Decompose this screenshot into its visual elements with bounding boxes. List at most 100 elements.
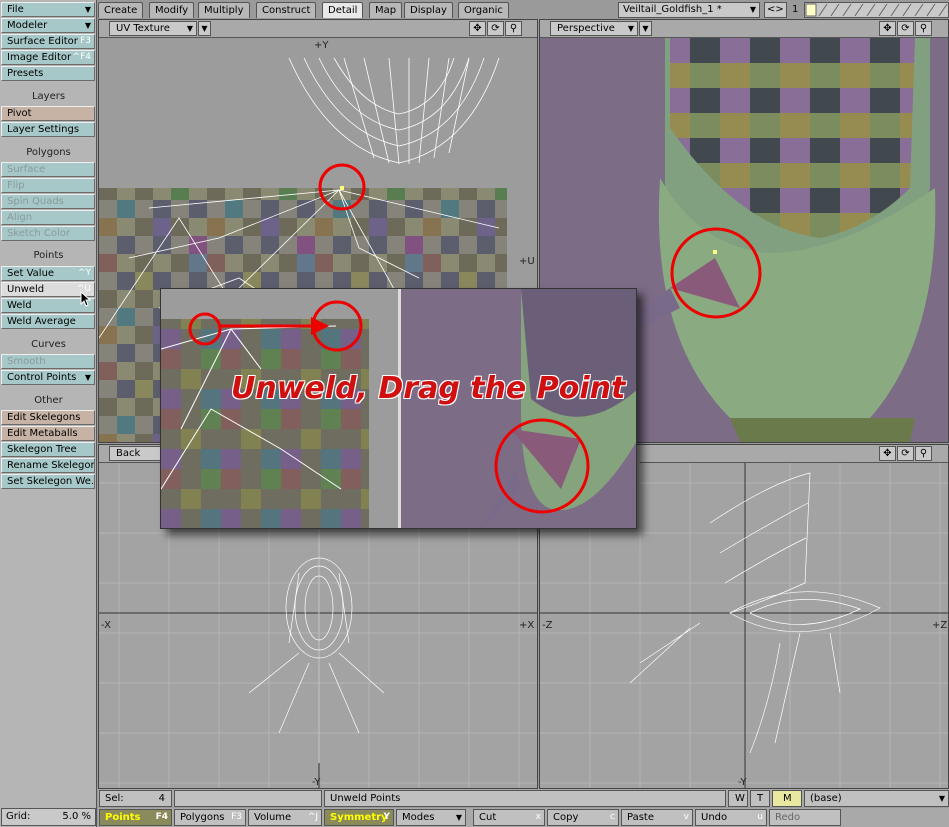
volume-mode-button[interactable]: Volume ^J bbox=[248, 809, 322, 826]
symmetry-toggle[interactable]: Symmetry Y bbox=[324, 809, 394, 826]
skelegon-tree-button[interactable]: Skelegon Tree bbox=[1, 442, 95, 457]
move-icon: ✥ bbox=[883, 23, 892, 34]
spin-quads-button[interactable]: Spin Quads bbox=[1, 194, 95, 209]
callout-caption: Unweld, Drag the Point bbox=[231, 371, 626, 406]
tab-multiply[interactable]: Multiply bbox=[198, 2, 250, 18]
dropdown-arrow-icon: ▼ bbox=[84, 5, 91, 14]
magnifier-icon: ⚲ bbox=[919, 448, 928, 459]
axis-label-top: +Y bbox=[314, 40, 329, 51]
dropdown-arrow-icon: ▼ bbox=[84, 373, 91, 382]
viewport-mode-select[interactable]: UV Texture ▼ bbox=[109, 21, 197, 36]
layer-prev-next[interactable]: <> bbox=[764, 2, 787, 18]
align-button[interactable]: Align bbox=[1, 210, 95, 225]
other-heading: Other bbox=[34, 395, 63, 406]
file-label: File bbox=[7, 4, 24, 15]
tab-display[interactable]: Display bbox=[404, 2, 453, 18]
zoom-view-button[interactable]: ⚲ bbox=[915, 21, 932, 36]
points-mode-button[interactable]: Points F4 bbox=[99, 809, 172, 826]
zoom-view-button[interactable]: ⚲ bbox=[915, 446, 932, 461]
undo-label: Undo bbox=[701, 812, 728, 823]
viewport-mode-label: Back bbox=[116, 448, 141, 459]
object-selector[interactable]: Veiltail_Goldfish_1 * ▼ bbox=[618, 2, 760, 18]
sel-label: Sel: bbox=[105, 793, 124, 804]
shortcut-key: ^J bbox=[307, 812, 318, 822]
copy-button[interactable]: Copy c bbox=[547, 809, 619, 826]
rotate-icon: ⟳ bbox=[901, 23, 910, 34]
viewport-mode-select[interactable]: Perspective ▼ bbox=[550, 21, 638, 36]
paste-button[interactable]: Paste v bbox=[621, 809, 693, 826]
surface-button[interactable]: Surface bbox=[1, 162, 95, 177]
smooth-button[interactable]: Smooth bbox=[1, 354, 95, 369]
move-view-button[interactable]: ✥ bbox=[879, 446, 896, 461]
presets-button[interactable]: Presets bbox=[1, 66, 95, 81]
modes-label: Modes bbox=[402, 812, 435, 823]
file-menu[interactable]: File ▼ bbox=[1, 2, 95, 17]
move-view-button[interactable]: ✥ bbox=[469, 21, 486, 36]
tab-modify[interactable]: Modify bbox=[149, 2, 195, 18]
axis-label-right: +U bbox=[519, 256, 535, 267]
axis-label-left: -Z bbox=[542, 620, 553, 631]
viewport-mode-select[interactable]: Back bbox=[109, 446, 161, 461]
arrow-right-icon: > bbox=[775, 4, 784, 15]
pivot-button[interactable]: Pivot bbox=[1, 106, 95, 121]
layer-settings-button[interactable]: Layer Settings bbox=[1, 122, 95, 137]
polygons-label: Polygons bbox=[180, 812, 225, 823]
axis-label-bottom: -Y bbox=[312, 777, 321, 788]
tab-map[interactable]: Map bbox=[369, 2, 403, 18]
weld-average-button[interactable]: Weld Average bbox=[1, 314, 95, 329]
surface-editor-button[interactable]: Surface Editor F3 bbox=[1, 34, 95, 49]
rotate-view-button[interactable]: ⟳ bbox=[487, 21, 504, 36]
layers-heading: Layers bbox=[31, 91, 66, 102]
wireframe-toggle[interactable]: W bbox=[728, 790, 748, 807]
redo-button[interactable]: Redo bbox=[769, 809, 841, 826]
layer-settings-label: Layer Settings bbox=[7, 124, 80, 135]
control-points-menu[interactable]: Control Points ▼ bbox=[1, 370, 95, 385]
texture-toggle[interactable]: T bbox=[750, 790, 770, 807]
viewport-options-button[interactable]: ▼ bbox=[639, 21, 652, 36]
dropdown-arrow-icon: ▼ bbox=[201, 24, 208, 33]
edit-metaballs-button[interactable]: Edit Metaballs bbox=[1, 426, 95, 441]
align-label: Align bbox=[7, 212, 33, 223]
shortcut-key: x bbox=[535, 812, 541, 822]
tab-detail[interactable]: Detail bbox=[322, 2, 364, 18]
unweld-label: Unweld bbox=[7, 284, 45, 295]
layer-select[interactable]: (base) ▼ bbox=[804, 790, 949, 807]
viewport-options-button[interactable]: ▼ bbox=[198, 21, 211, 36]
axis-label-right: +Z bbox=[932, 620, 947, 631]
grid-value: 5.0 % bbox=[62, 811, 91, 822]
cut-label: Cut bbox=[479, 812, 497, 823]
polygons-mode-button[interactable]: Polygons F3 bbox=[174, 809, 246, 826]
spin-quads-label: Spin Quads bbox=[7, 196, 64, 207]
sketch-color-label: Sketch Color bbox=[7, 228, 70, 239]
rotate-view-button[interactable]: ⟳ bbox=[897, 21, 914, 36]
set-value-button[interactable]: Set Value ^Y bbox=[1, 266, 95, 281]
modeler-menu[interactable]: Modeler ▼ bbox=[1, 18, 95, 33]
tab-construct[interactable]: Construct bbox=[256, 2, 317, 18]
tool-tabs: Create Modify Multiply Construct Detail … bbox=[98, 1, 618, 18]
shortcut-key: F3 bbox=[80, 36, 91, 46]
zoom-view-button[interactable]: ⚲ bbox=[505, 21, 522, 36]
move-view-button[interactable]: ✥ bbox=[879, 21, 896, 36]
viewport-header: ✥ ⟳ ⚲ bbox=[640, 445, 948, 463]
layer-buttons[interactable] bbox=[804, 2, 949, 18]
undo-button[interactable]: Undo u bbox=[695, 809, 767, 826]
modes-menu[interactable]: Modes ▼ bbox=[396, 809, 466, 826]
rename-skelegon-button[interactable]: Rename Skelegon bbox=[1, 458, 95, 473]
cut-button[interactable]: Cut x bbox=[473, 809, 545, 826]
morph-toggle[interactable]: M bbox=[772, 790, 802, 807]
shortcut-key: v bbox=[683, 812, 689, 822]
shortcut-key: c bbox=[610, 812, 615, 822]
flip-button[interactable]: Flip bbox=[1, 178, 95, 193]
move-icon: ✥ bbox=[883, 448, 892, 459]
sketch-color-button[interactable]: Sketch Color bbox=[1, 226, 95, 241]
rotate-view-button[interactable]: ⟳ bbox=[897, 446, 914, 461]
layer-slots bbox=[805, 3, 948, 17]
edit-skelegons-button[interactable]: Edit Skelegons bbox=[1, 410, 95, 425]
image-editor-button[interactable]: Image Editor ^F4 bbox=[1, 50, 95, 65]
tab-create[interactable]: Create bbox=[98, 2, 144, 18]
set-skelegon-weight-button[interactable]: Set Skelegon We... bbox=[1, 474, 95, 489]
shortcut-key: F4 bbox=[155, 812, 168, 822]
set-value-label: Set Value bbox=[7, 268, 55, 279]
symmetry-label: Symmetry bbox=[330, 812, 388, 823]
tab-organic[interactable]: Organic bbox=[458, 2, 509, 18]
